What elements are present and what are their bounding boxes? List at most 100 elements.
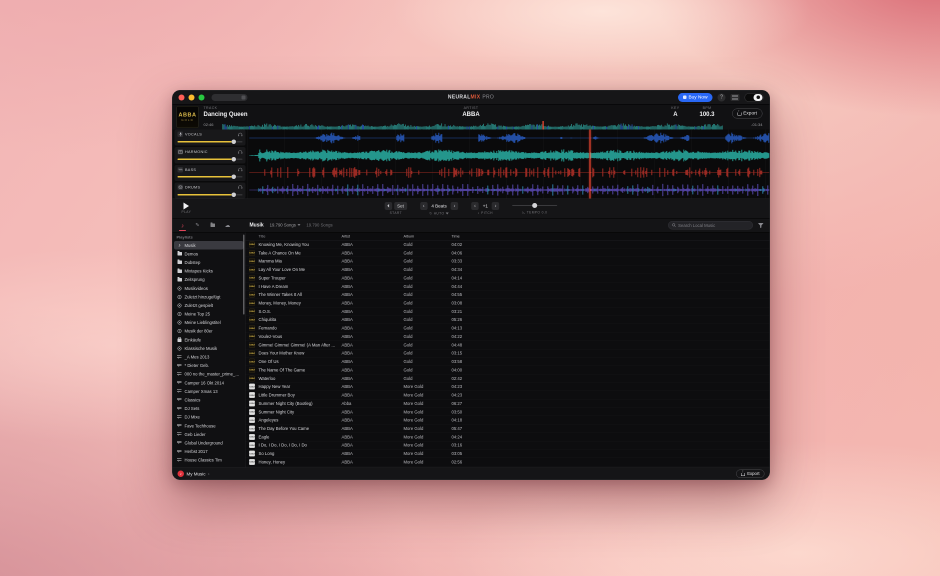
sidebar-item[interactable]: Musik der 80er [174, 327, 244, 336]
export-button-bottom[interactable]: Export [736, 470, 764, 479]
sidebar-item[interactable]: Musikvideos [174, 284, 244, 293]
table-row[interactable]: ABBA I Do, I Do, I Do, I Do, I Do ABBA M… [246, 441, 770, 449]
table-row[interactable]: ABBA Gimme! Gimme! Gimme! (A Man After M… [246, 341, 770, 349]
play-button[interactable]: PLAY [182, 202, 192, 215]
headphones-icon[interactable] [238, 185, 243, 189]
waveform-lane-vocals[interactable] [248, 130, 770, 146]
waveform-lane-harmonic[interactable] [248, 147, 770, 163]
sidebar-item[interactable]: Zuletzt hinzugefügt [174, 293, 244, 302]
table-row[interactable]: ABBA The Winner Takes It All ABBA Gold 0… [246, 291, 770, 299]
table-row[interactable]: ABBA Chiquitita ABBA Gold 05:26 [246, 316, 770, 324]
stem-volume-slider[interactable] [178, 139, 243, 144]
sidebar-item[interactable]: Klassische Musik [174, 344, 244, 353]
sidebar-item[interactable]: Geb Lieder [174, 430, 244, 439]
column-album[interactable]: Album [404, 234, 452, 239]
table-row[interactable]: ABBA One Of Us ABBA Gold 03:58 [246, 358, 770, 366]
auto-loop-label[interactable]: ↻AUTO [420, 212, 458, 216]
slider-knob[interactable] [231, 157, 236, 162]
minimize-button[interactable] [189, 94, 195, 100]
slider-knob[interactable] [231, 192, 236, 197]
stem-volume-slider[interactable] [178, 157, 243, 162]
sidebar-scrollbar[interactable] [243, 235, 245, 315]
stem-strip-bass[interactable]: BASS [175, 165, 246, 181]
sidebar-item[interactable]: Camper Xmas 13 [174, 387, 244, 396]
theme-toggle[interactable] [745, 93, 764, 102]
table-row[interactable]: ABBA Super Trouper ABBA Gold 04:14 [246, 274, 770, 282]
table-row[interactable]: ABBA Take A Chance On Me ABBA Gold 04:06 [246, 249, 770, 257]
loop-length-value[interactable]: 4 Beats [429, 204, 448, 209]
table-row[interactable]: ABBA S.O.S. ABBA Gold 03:21 [246, 307, 770, 315]
table-row[interactable]: ABBA Eagle ABBA More Gold 04:24 [246, 433, 770, 441]
sidebar-item[interactable]: Herbst 2017 [174, 447, 244, 456]
sidebar-item[interactable]: Mixtapes Kicks [174, 267, 244, 276]
sidebar-item[interactable]: Demos [174, 250, 244, 259]
sidebar-item[interactable]: DJ Mixe [174, 413, 244, 422]
table-row[interactable]: ABBA Little Drummer Boy ABBA More Gold 0… [246, 391, 770, 399]
overview-waveform[interactable] [223, 121, 744, 128]
sidebar-item[interactable]: Camper 16 Okt 2014 [174, 379, 244, 388]
column-title[interactable]: Title [259, 234, 342, 239]
sidebar-item[interactable]: Global Underground [174, 439, 244, 448]
table-row[interactable]: ABBA Summer Night City ABBA More Gold 03… [246, 408, 770, 416]
help-button[interactable]: ? [718, 93, 726, 101]
table-row[interactable]: ABBA Summer Night City (Bootleg) Abba Mo… [246, 399, 770, 407]
table-row[interactable]: ABBA I Have A Dream ABBA Gold 04:44 [246, 282, 770, 290]
stem-strip-vocals[interactable]: VOCALS [175, 130, 246, 146]
my-music-selector[interactable]: ♪ My Music › [178, 471, 210, 478]
sidebar-item[interactable]: House Classics Tim [174, 456, 244, 465]
zoom-button[interactable] [199, 94, 205, 100]
sidebar-item[interactable]: Meine Top 25 [174, 310, 244, 319]
headphones-icon[interactable] [238, 132, 243, 136]
table-row[interactable]: ABBA Honey, Honey ABBA More Gold 02:56 [246, 458, 770, 466]
table-row[interactable]: ABBA Voulez-Vous ABBA Gold 04:22 [246, 333, 770, 341]
waveform-lane-drums[interactable] [248, 182, 770, 198]
sidebar-item[interactable]: 000 no the_master_prime_pa… [174, 370, 244, 379]
stem-strip-drums[interactable]: DRUMS [175, 182, 246, 198]
close-button[interactable] [179, 94, 185, 100]
column-time[interactable]: Time [452, 234, 482, 239]
table-row[interactable]: ABBA Happy New Year ABBA More Gold 04:23 [246, 383, 770, 391]
table-row[interactable]: ABBA Mamma Mia ABBA Gold 03:33 [246, 257, 770, 265]
table-row[interactable]: ABBA The Day Before You Came ABBA More G… [246, 425, 770, 433]
pitch-up-button[interactable]: › [492, 202, 500, 210]
streaming-source-button[interactable]: ✎ [194, 220, 202, 230]
titlebar-accessory[interactable] [212, 94, 248, 101]
stem-volume-slider[interactable] [178, 192, 243, 197]
stem-strip-harmonic[interactable]: HARMONIC [175, 147, 246, 163]
search-field[interactable] [668, 221, 753, 230]
table-row[interactable]: ABBA Does Your Mother Know ABBA Gold 03:… [246, 349, 770, 357]
column-artist[interactable]: Artist [342, 234, 404, 239]
sidebar-item[interactable]: Zuletzt gespielt [174, 301, 244, 310]
sidebar-item[interactable]: DJ Sets [174, 404, 244, 413]
stem-waveform-lanes[interactable] [248, 130, 770, 199]
cloud-source-button[interactable]: ☁ [224, 220, 232, 230]
stem-volume-slider[interactable] [178, 174, 243, 179]
sidebar-item[interactable]: ♪ Musik [174, 241, 244, 250]
loop-increase-button[interactable]: › [451, 202, 459, 210]
table-row[interactable]: ABBA Waterloo ABBA Gold 02:42 [246, 374, 770, 382]
pitch-down-button[interactable]: ‹ [471, 202, 479, 210]
sidebar-item[interactable]: Fave Techhouse [174, 421, 244, 430]
table-row[interactable]: ABBA The Name Of The Game ABBA Gold 04:0… [246, 366, 770, 374]
sidebar-item[interactable]: Zeitsprung [174, 275, 244, 284]
table-row[interactable]: ABBA Money, Money, Money ABBA Gold 03:08 [246, 299, 770, 307]
sidebar-item[interactable]: * Dieter Geb. [174, 361, 244, 370]
headphones-icon[interactable] [238, 150, 243, 154]
table-row[interactable]: ABBA Angeleyes ABBA More Gold 04:18 [246, 416, 770, 424]
filter-icon[interactable] [758, 223, 764, 228]
table-row[interactable]: ABBA So Long ABBA More Gold 03:05 [246, 450, 770, 458]
headphones-icon[interactable] [238, 168, 243, 172]
table-row[interactable]: ABBA Knowing Me, Knowing You ABBA Gold 0… [246, 241, 770, 249]
playhead[interactable] [589, 130, 590, 199]
layout-toggle-icon[interactable] [731, 94, 740, 101]
sidebar-item[interactable]: Dubstep [174, 258, 244, 267]
loop-decrease-button[interactable]: ‹ [420, 202, 428, 210]
tempo-slider[interactable] [512, 202, 557, 210]
table-row[interactable]: ABBA Lay All Your Love On Me ABBA Gold 0… [246, 266, 770, 274]
skip-to-start-button[interactable]: ⏴ [385, 202, 393, 210]
sidebar-item[interactable]: Classics [174, 396, 244, 405]
slider-knob[interactable] [231, 139, 236, 144]
sidebar-item[interactable]: _A Mes 2013 [174, 353, 244, 362]
set-start-button[interactable]: Set [394, 202, 407, 210]
slider-knob[interactable] [231, 175, 236, 180]
